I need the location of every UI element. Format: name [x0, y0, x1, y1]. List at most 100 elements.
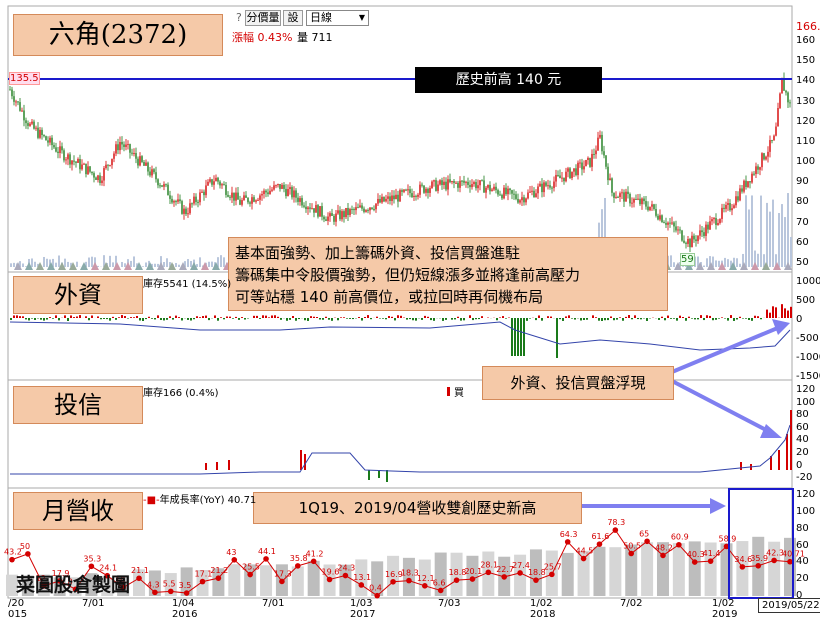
x-year-label: 015: [8, 609, 28, 620]
volume-bar: [757, 253, 759, 267]
foreign-net-bar: [289, 318, 291, 320]
candle-body: [683, 240, 685, 243]
volume-bar: [778, 213, 780, 267]
period-select[interactable]: 日線 ▼: [306, 10, 369, 26]
shares-button[interactable]: 分價量: [245, 10, 281, 26]
candle-body: [767, 151, 769, 157]
foreign-net-bar: [427, 316, 429, 318]
candle-body: [189, 203, 191, 214]
volume-bar: [784, 217, 786, 267]
help-icon[interactable]: ?: [236, 11, 242, 24]
foreign-net-bar: [718, 318, 720, 319]
foreign-net-bar: [40, 318, 42, 320]
candle-body: [391, 195, 393, 201]
volume-bar: [175, 263, 177, 267]
price-tick-label: 150: [796, 55, 816, 67]
foreign-net-bar: [628, 315, 630, 318]
foreign-net-bar: [682, 316, 684, 318]
foreign-net-bar: [385, 318, 387, 320]
candle-body: [463, 180, 465, 183]
foreign-net-bar: [538, 315, 540, 318]
yoy-point: [88, 563, 95, 570]
foreign-net-bar: [244, 318, 246, 320]
candle-body: [95, 177, 97, 181]
trust-net-bar: [378, 470, 380, 478]
candle-body: [259, 195, 261, 200]
yoy-point: [549, 571, 555, 578]
candle-body: [163, 184, 165, 187]
candle-body: [107, 164, 109, 166]
foreign-net-bar: [163, 318, 165, 321]
yoy-point: [628, 550, 635, 557]
candle-body: [241, 200, 243, 205]
foreign-net-bar: [76, 316, 78, 318]
candle-body: [441, 180, 443, 185]
foreign-net-bar: [259, 318, 261, 319]
foreign-net-bar: [235, 316, 237, 318]
candle-body: [605, 155, 607, 167]
candle-body: [301, 198, 303, 206]
foreign-net-bar: [469, 315, 471, 318]
foreign-net-bar: [109, 318, 111, 321]
candle-body: [707, 224, 709, 230]
candle-body: [305, 206, 307, 210]
foreign-net-bar: [781, 304, 783, 318]
foreign-net-bar: [409, 318, 411, 320]
price-tick-label: 160: [796, 35, 816, 47]
settings-button[interactable]: 設: [283, 10, 303, 26]
candle-body: [497, 190, 499, 195]
yoy-point: [564, 539, 571, 545]
foreign-net-bar: [406, 318, 408, 320]
foreign-net-bar: [25, 318, 27, 320]
candle-body: [359, 205, 361, 208]
yoy-data-label: 21.2: [210, 566, 228, 575]
candle-body: [613, 192, 615, 198]
foreign-label: 外資: [13, 276, 143, 314]
foreign-net-bar: [634, 315, 636, 318]
candle-body: [775, 126, 777, 136]
foreign-net-bar: [118, 317, 120, 318]
candle-body: [731, 208, 733, 211]
volume-bar: [706, 258, 708, 267]
trust-net-bar: [790, 410, 792, 470]
candle-body: [567, 168, 569, 172]
foreign-tick-label: -1000: [796, 352, 820, 363]
candle-body: [365, 210, 367, 212]
trust-net-bar: [228, 460, 230, 470]
candle-body: [119, 141, 121, 151]
volume-bar: [166, 258, 168, 267]
volume-bar: [178, 264, 180, 267]
candle-body: [383, 196, 385, 202]
candle-body: [137, 158, 139, 166]
candle-body: [529, 191, 531, 193]
candle-body: [141, 156, 143, 162]
revenue-tick-label: 120: [796, 489, 816, 500]
yoy-point: [660, 552, 666, 559]
candle-body: [67, 154, 69, 160]
foreign-net-bar: [64, 315, 66, 318]
foreign-net-bar: [454, 318, 456, 320]
foreign-net-bar: [559, 318, 561, 320]
foreign-net-bar: [730, 315, 732, 318]
foreign-net-bar: [10, 318, 12, 321]
foreign-net-bar: [547, 316, 549, 318]
x-tick-label: 7/02: [620, 598, 643, 609]
foreign-net-bar: [22, 316, 24, 318]
foreign-net-bar: [226, 316, 228, 318]
candle-body: [499, 194, 501, 196]
candle-body: [139, 156, 141, 166]
candle-body: [133, 153, 135, 155]
candle-body: [65, 159, 67, 161]
candle-body: [125, 144, 127, 147]
candle-body: [675, 226, 677, 231]
candle-body: [187, 213, 189, 215]
candle-body: [231, 192, 233, 198]
candle-body: [689, 238, 691, 248]
candle-body: [341, 211, 343, 220]
foreign-net-bar: [775, 307, 777, 318]
candle-body: [23, 110, 25, 121]
candle-body: [63, 150, 65, 161]
volume-bar: [781, 204, 783, 267]
foreign-net-bar: [580, 318, 582, 321]
candle-body: [585, 160, 587, 167]
